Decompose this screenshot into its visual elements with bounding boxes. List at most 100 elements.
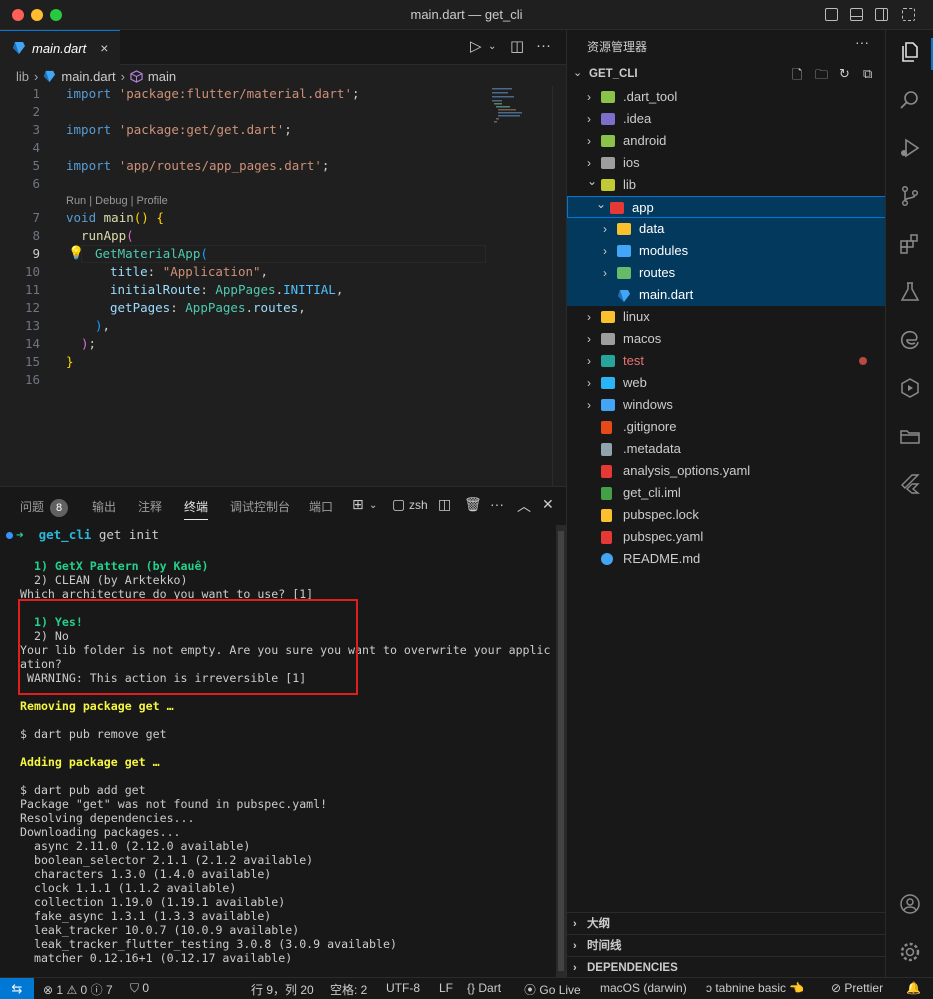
- section-outline[interactable]: › 大纲: [567, 912, 886, 934]
- chevron-right-icon[interactable]: ›: [587, 130, 591, 152]
- file-item[interactable]: pubspec.lock: [567, 504, 886, 526]
- folder-item[interactable]: › test: [567, 350, 886, 372]
- folders-icon[interactable]: [898, 424, 922, 448]
- shell-name[interactable]: zsh: [409, 498, 428, 512]
- tab-output[interactable]: 输出: [92, 498, 116, 515]
- folder-item[interactable]: › routes: [567, 262, 886, 284]
- codelens[interactable]: Run | Debug | Profile: [0, 193, 566, 209]
- edge-devtools-icon[interactable]: [898, 328, 922, 352]
- chevron-right-icon[interactable]: ›: [587, 328, 591, 350]
- tab-ports[interactable]: 端口: [309, 498, 333, 515]
- file-item[interactable]: .gitignore: [567, 416, 886, 438]
- new-file-icon[interactable]: 🗋: [792, 66, 802, 88]
- collapse-all-icon[interactable]: ⧉: [863, 66, 872, 82]
- breadcrumb-symbol[interactable]: main: [148, 69, 176, 84]
- source-control-icon[interactable]: [898, 184, 922, 208]
- section-timeline[interactable]: › 时间线: [567, 934, 886, 956]
- more-actions-icon[interactable]: ···: [536, 37, 551, 54]
- settings-gear-icon[interactable]: [898, 940, 922, 964]
- explorer-icon[interactable]: [898, 40, 922, 64]
- prettier-status[interactable]: ⊘ Prettier: [831, 981, 883, 995]
- folder-item[interactable]: › .dart_tool: [567, 86, 886, 108]
- chevron-right-icon[interactable]: ›: [587, 350, 591, 372]
- folder-item[interactable]: ⌄ app: [567, 196, 886, 218]
- chevron-right-icon[interactable]: ›: [587, 306, 591, 328]
- file-item[interactable]: .metadata: [567, 438, 886, 460]
- chevron-down-icon[interactable]: ⌄: [587, 170, 597, 192]
- tab-problems[interactable]: 问题 8: [20, 498, 69, 517]
- tab-comments[interactable]: 注释: [138, 498, 162, 515]
- tab-terminal[interactable]: 终端: [184, 498, 209, 520]
- file-item[interactable]: main.dart: [567, 284, 886, 306]
- run-debug-icon[interactable]: [898, 136, 922, 160]
- bell-icon[interactable]: 🔔: [906, 981, 921, 995]
- file-item[interactable]: get_cli.iml: [567, 482, 886, 504]
- file-item[interactable]: README.md: [567, 548, 886, 570]
- encoding[interactable]: UTF-8: [386, 981, 420, 995]
- folder-item[interactable]: › macos: [567, 328, 886, 350]
- folder-item[interactable]: › windows: [567, 394, 886, 416]
- split-terminal-icon[interactable]: ◫: [438, 496, 451, 513]
- chevron-right-icon[interactable]: ›: [603, 262, 607, 284]
- folder-item[interactable]: › data: [567, 218, 886, 240]
- breadcrumb-folder[interactable]: lib: [16, 69, 29, 84]
- folder-item[interactable]: › ios: [567, 152, 886, 174]
- trash-icon[interactable]: 🗑: [464, 496, 482, 513]
- extensions-icon[interactable]: [898, 232, 922, 256]
- cursor-position[interactable]: 行 9，列 20: [251, 981, 314, 998]
- file-item[interactable]: analysis_options.yaml: [567, 460, 886, 482]
- tab-main-dart[interactable]: main.dart ×: [0, 30, 120, 65]
- search-icon[interactable]: [898, 88, 922, 112]
- close-icon[interactable]: ×: [100, 40, 108, 56]
- section-dependencies[interactable]: › DEPENDENCIES: [567, 956, 886, 978]
- folder-item[interactable]: ⌄ lib: [567, 174, 886, 196]
- chevron-right-icon[interactable]: ›: [587, 86, 591, 108]
- chevron-right-icon[interactable]: ›: [587, 394, 591, 416]
- folder-item[interactable]: › android: [567, 130, 886, 152]
- maximize-panel-icon[interactable]: ︿: [517, 496, 531, 516]
- run-icon[interactable]: ▷: [470, 37, 482, 55]
- toggle-primary-sidebar-icon[interactable]: [825, 8, 838, 21]
- chevron-right-icon[interactable]: ›: [603, 218, 607, 240]
- new-folder-icon[interactable]: 🗀: [815, 66, 828, 88]
- terminal[interactable]: ➜ get_cli get init 1) GetX Pattern (by K…: [0, 525, 556, 977]
- toggle-secondary-sidebar-icon[interactable]: [875, 8, 888, 21]
- language-mode[interactable]: {} Dart: [467, 981, 501, 995]
- account-icon[interactable]: [898, 892, 922, 916]
- flutter-icon[interactable]: [898, 472, 922, 496]
- indentation[interactable]: 空格: 2: [330, 981, 367, 998]
- more-actions-icon[interactable]: ···: [855, 34, 869, 50]
- go-live-button[interactable]: ⦿ Go Live: [524, 981, 581, 998]
- end-of-line[interactable]: LF: [439, 981, 453, 995]
- chevron-right-icon[interactable]: ›: [603, 240, 607, 262]
- folder-item[interactable]: › .idea: [567, 108, 886, 130]
- folder-item[interactable]: › web: [567, 372, 886, 394]
- terminal-scrollbar-thumb[interactable]: [558, 531, 564, 971]
- ports-status[interactable]: ⛉ 0: [130, 981, 149, 996]
- problems-status[interactable]: ⊗ 1 ⚠ 0 ⓘ 7: [43, 981, 113, 998]
- chevron-right-icon[interactable]: ›: [587, 108, 591, 130]
- folder-item[interactable]: › modules: [567, 240, 886, 262]
- refresh-icon[interactable]: ↻: [839, 66, 850, 82]
- remote-indicator-icon[interactable]: ⇆: [0, 978, 34, 999]
- toggle-panel-icon[interactable]: [850, 8, 863, 21]
- breadcrumb-file[interactable]: main.dart: [61, 69, 115, 84]
- chevron-down-icon[interactable]: ⌄: [369, 500, 377, 511]
- split-editor-icon[interactable]: ◫: [510, 37, 524, 55]
- testing-flask-icon[interactable]: [898, 280, 922, 304]
- tabnine-status[interactable]: ↄ tabnine basic 👈: [706, 981, 804, 995]
- more-actions-icon[interactable]: ···: [490, 496, 504, 512]
- chevron-down-icon[interactable]: ⌄: [488, 41, 496, 52]
- minimap[interactable]: [492, 86, 538, 146]
- file-item[interactable]: pubspec.yaml: [567, 526, 886, 548]
- cube-extension-icon[interactable]: [898, 376, 922, 400]
- customize-layout-icon[interactable]: [902, 8, 915, 21]
- folder-item[interactable]: › linux: [567, 306, 886, 328]
- close-icon[interactable]: ✕: [542, 496, 554, 513]
- code-editor[interactable]: 1 import 'package:flutter/material.dart';…: [0, 85, 566, 389]
- command-decoration-icon[interactable]: [6, 532, 13, 539]
- editor-scrollbar[interactable]: [552, 86, 566, 486]
- device-selector[interactable]: macOS (darwin): [600, 981, 687, 995]
- new-terminal-icon[interactable]: ⊞: [352, 496, 364, 513]
- chevron-right-icon[interactable]: ›: [587, 372, 591, 394]
